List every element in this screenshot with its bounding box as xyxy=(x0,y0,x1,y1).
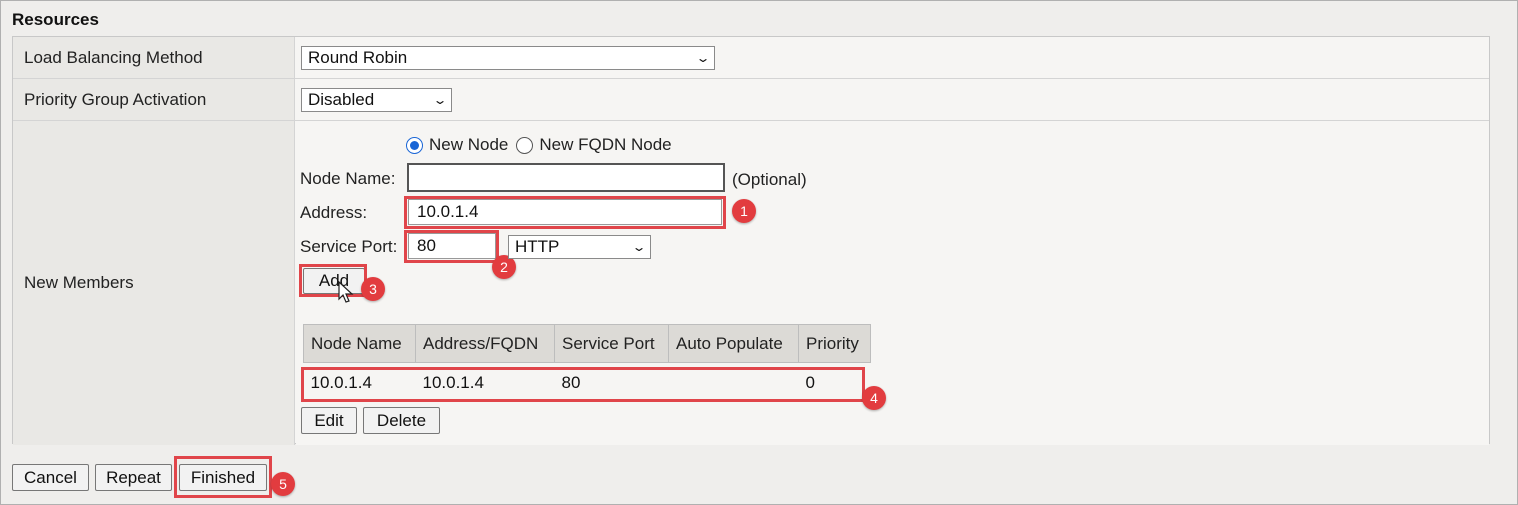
col-address: Address/FQDN xyxy=(415,324,555,363)
add-button-highlight xyxy=(299,264,367,297)
node-type-radio-group: New Node New FQDN Node xyxy=(406,135,672,155)
service-port-highlight xyxy=(404,230,499,263)
cancel-button[interactable]: Cancel xyxy=(12,464,89,491)
priority-group-value: Disabled xyxy=(308,90,375,109)
lb-method-select[interactable]: Round Robin ⌄ xyxy=(301,46,715,70)
chevron-down-icon: ⌄ xyxy=(695,51,711,65)
resources-panel: Load Balancing Method Round Robin ⌄ Prio… xyxy=(12,36,1490,445)
col-node-name: Node Name xyxy=(303,324,416,363)
callout-badge-3: 3 xyxy=(361,277,385,301)
table-row-highlight xyxy=(301,367,865,402)
new-members-label: New Members xyxy=(13,121,295,445)
radio-new-fqdn-node[interactable] xyxy=(516,136,534,154)
radio-new-node[interactable] xyxy=(406,136,423,154)
callout-badge-4: 4 xyxy=(862,386,886,410)
chevron-down-icon: ⌄ xyxy=(631,240,647,254)
new-members-row: New Members New Node New FQDN Node Node … xyxy=(13,121,1489,445)
section-title: Resources xyxy=(12,10,99,29)
priority-group-label: Priority Group Activation xyxy=(13,79,295,120)
priority-group-select[interactable]: Disabled ⌄ xyxy=(301,88,452,112)
delete-button[interactable]: Delete xyxy=(363,407,440,434)
lb-method-value: Round Robin xyxy=(308,48,408,67)
node-name-label: Node Name: xyxy=(300,169,396,188)
edit-button[interactable]: Edit xyxy=(301,407,357,434)
mouse-cursor-icon xyxy=(338,281,354,303)
service-port-label: Service Port: xyxy=(300,237,398,256)
radio-new-node-label[interactable]: New Node xyxy=(429,135,508,155)
node-name-input[interactable] xyxy=(407,163,725,192)
callout-badge-5: 5 xyxy=(271,472,295,496)
lb-method-row: Load Balancing Method Round Robin ⌄ xyxy=(13,37,1489,79)
address-label: Address: xyxy=(300,203,368,222)
finished-button-highlight xyxy=(174,456,272,498)
protocol-select[interactable]: HTTP ⌄ xyxy=(508,235,651,259)
col-service-port: Service Port xyxy=(554,324,669,363)
priority-group-row: Priority Group Activation Disabled ⌄ xyxy=(13,79,1489,121)
node-name-hint: (Optional) xyxy=(732,170,807,189)
lb-method-label: Load Balancing Method xyxy=(13,37,295,78)
col-priority: Priority xyxy=(798,324,871,363)
chevron-down-icon: ⌄ xyxy=(432,93,448,107)
repeat-button[interactable]: Repeat xyxy=(95,464,172,491)
new-members-content: New Node New FQDN Node Node Name: (Optio… xyxy=(296,121,1489,445)
address-highlight xyxy=(404,196,726,229)
radio-new-fqdn-label[interactable]: New FQDN Node xyxy=(539,135,671,155)
protocol-value: HTTP xyxy=(515,237,560,256)
col-auto-populate: Auto Populate xyxy=(668,324,799,363)
callout-badge-1: 1 xyxy=(732,199,756,223)
members-table-header: Node Name Address/FQDN Service Port Auto… xyxy=(303,324,871,363)
